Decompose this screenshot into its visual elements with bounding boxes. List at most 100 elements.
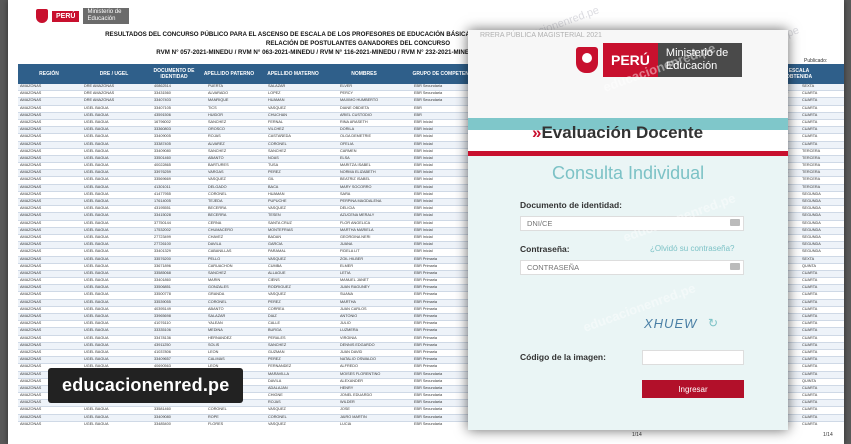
- table-cell: SANCHEZ: [268, 342, 287, 347]
- table-cell: CUARTA: [802, 119, 818, 124]
- table-cell: OROSCO: [208, 127, 225, 132]
- table-cell: BACA: [268, 184, 279, 189]
- table-cell: FLOR ANGELICA: [340, 220, 371, 225]
- table-cell: UGEL BAGUA: [84, 119, 109, 124]
- captcha-input[interactable]: [642, 350, 744, 365]
- table-cell: AMAZONAS: [20, 349, 42, 354]
- refresh-captcha-icon[interactable]: ↻: [708, 316, 718, 330]
- table-cell: JULIO: [340, 321, 351, 326]
- table-cell: DENNIS EDGARDO: [340, 342, 375, 347]
- table-cell: CALLE: [268, 321, 281, 326]
- column-header: APELLIDO MATERNO: [267, 71, 319, 77]
- table-cell: AMAZONAS: [20, 134, 42, 139]
- password-input[interactable]: [520, 260, 744, 275]
- table-cell: 33335106: [154, 328, 171, 333]
- table-cell: PUERTA: [208, 84, 224, 88]
- table-cell: BURGA: [268, 328, 282, 333]
- captcha-image: XHUEW: [644, 316, 698, 331]
- table-cell: CUARTA: [802, 393, 818, 398]
- table-cell: BECERRA: [208, 206, 227, 211]
- table-cell: SEGUNDA: [802, 234, 821, 239]
- keyboard-icon[interactable]: [730, 263, 740, 270]
- table-cell: SALAZAR: [268, 84, 286, 88]
- table-cell: ARIEL CUSTODIO: [340, 112, 372, 117]
- column-header: DRE / UGEL: [99, 71, 129, 77]
- table-cell: PEREZ: [268, 357, 281, 362]
- keyboard-icon[interactable]: [730, 219, 740, 226]
- table-cell: ADALAJAN: [268, 385, 288, 390]
- table-cell: CUARTA: [802, 98, 818, 103]
- table-cell: AMAZONAS: [20, 148, 42, 153]
- table-cell: DRE AMAZONAS: [84, 84, 115, 88]
- table-cell: MARAVILLA: [268, 371, 290, 376]
- table-cell: 41076110: [154, 321, 171, 326]
- table-cell: 33415028: [154, 213, 171, 218]
- table-cell: CHAVEZ: [208, 234, 224, 239]
- logo-peru-text: PERÚ: [52, 10, 80, 22]
- table-cell: UGEL BAGUA: [84, 335, 109, 340]
- table-cell: CERNA: [208, 220, 222, 225]
- table-cell: AMAZONAS: [20, 421, 42, 426]
- table-cell: CALIMAS: [208, 357, 225, 362]
- table-cell: 40395149: [154, 306, 171, 311]
- table-cell: 33539055: [154, 299, 171, 304]
- table-cell: AMAZONAS: [20, 119, 42, 124]
- table-cell: CUMBA: [268, 263, 282, 268]
- table-cell: PERPINA MAGDALENA: [340, 199, 382, 203]
- table-cell: 33581460: [154, 407, 171, 412]
- table-cell: CUARTA: [802, 357, 818, 362]
- table-cell: JUAN CARLOS: [340, 306, 367, 311]
- table-cell: AMAZONAS: [20, 105, 42, 110]
- table-cell: SEGUNDA: [802, 227, 821, 232]
- table-cell: PERALES: [268, 335, 286, 340]
- captcha-label: Código de la imagen:: [520, 352, 606, 362]
- table-cell: LOPEZ: [268, 91, 281, 96]
- table-cell: GEORGINA NERI: [340, 234, 371, 239]
- table-cell: VILCHEZ: [268, 127, 285, 132]
- table-cell: ALVARADO: [208, 91, 229, 96]
- table-cell: UGEL BAGUA: [84, 199, 109, 203]
- table-cell: 17532002: [154, 227, 171, 232]
- table-cell: CORONEL: [208, 191, 227, 196]
- table-cell: 33501460: [154, 155, 171, 160]
- table-cell: CIENS: [268, 278, 280, 283]
- table-cell: AMAZONAS: [20, 213, 42, 218]
- table-cell: SEXTA: [802, 256, 815, 261]
- table-cell: AZUCENA MERALY: [340, 213, 375, 218]
- table-cell: CUARTA: [802, 270, 818, 275]
- table-cell: MAXIMO HUMBERTO: [340, 98, 379, 103]
- table-cell: CASTAÑEDA: [268, 134, 291, 139]
- table-cell: ELSA: [340, 155, 350, 160]
- site-badge[interactable]: educacionenred.pe: [48, 368, 244, 403]
- table-cell: AMAZONAS: [20, 163, 42, 168]
- table-cell: LEON: [208, 349, 219, 354]
- table-cell: RINA ARASETH: [340, 119, 368, 124]
- forgot-password-link[interactable]: ¿Olvidó su contraseña?: [650, 244, 735, 253]
- table-cell: MONTEFRIAS: [268, 227, 293, 232]
- table-cell: SEXTA: [802, 84, 815, 88]
- table-cell: SEGUNDA: [802, 220, 821, 225]
- table-cell: CORONEL: [208, 407, 227, 412]
- table-cell: PEREZ: [268, 170, 281, 175]
- table-cell: 33431560: [154, 91, 171, 96]
- table-cell: AMAZONAS: [20, 285, 42, 290]
- table-cell: AMAZONAS: [20, 263, 42, 268]
- table-cell: UGEL BAGUA: [84, 184, 109, 189]
- password-field-wrap: [520, 260, 744, 275]
- submit-button[interactable]: Ingresar: [642, 380, 744, 398]
- table-cell: FERNAL: [268, 119, 283, 124]
- table-cell: UGEL BAGUA: [84, 134, 109, 139]
- table-cell: MANRIQUE: [208, 98, 229, 103]
- table-cell: AMAZONAS: [20, 170, 42, 175]
- table-cell: UGEL BAGUA: [84, 270, 109, 275]
- table-cell: TUSA: [268, 163, 279, 168]
- table-cell: SANCHEZ: [208, 148, 227, 153]
- table-cell: 37750144: [154, 220, 171, 225]
- table-cell: GRANDA: [208, 292, 225, 297]
- table-cell: CUARTA: [802, 285, 818, 290]
- table-cell: ROJAS: [208, 134, 221, 139]
- table-cell: 33401860: [154, 278, 171, 283]
- table-cell: 43195551: [154, 206, 171, 211]
- table-cell: OFELIA: [340, 141, 354, 146]
- table-cell: AMAZONAS: [20, 177, 42, 182]
